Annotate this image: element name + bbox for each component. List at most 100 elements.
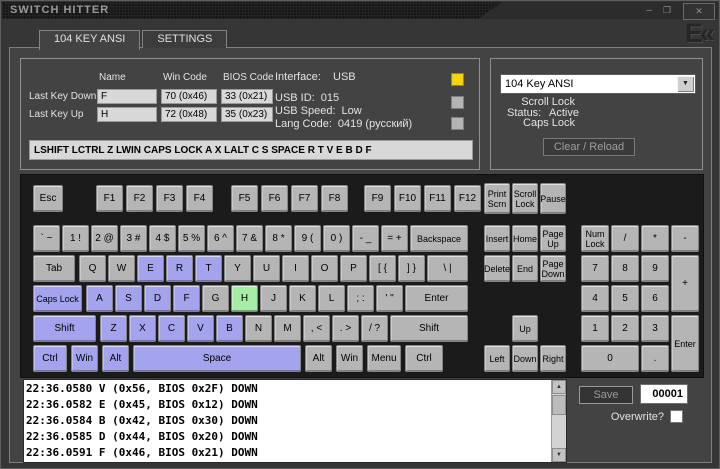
event-log[interactable]: 22:36.0580 V (0x56, BIOS 0x2F) DOWN 22:36… <box>23 379 567 463</box>
key-q: Q <box>79 255 106 282</box>
key-scroll-lock: Scroll Lock <box>512 183 538 214</box>
column-header-win-code: Win Code <box>163 72 207 83</box>
key-4: 4 <box>581 285 609 312</box>
tab-page: Name Win Code BIOS Code Last Key Down F … <box>9 47 712 463</box>
key-backspace: Backspace <box>410 225 468 252</box>
last-key-up-win-code-field[interactable]: 72 (0x48) <box>161 107 217 122</box>
key-win: Win <box>71 345 98 372</box>
key-f10: F10 <box>394 185 421 212</box>
log-line: 22:36.0584 B (0x42, BIOS 0x30) DOWN <box>26 414 258 427</box>
key-57: + <box>671 255 699 312</box>
key-tab: Tab <box>33 255 75 282</box>
key-48: [ { <box>369 255 396 282</box>
last-key-down-win-code-field[interactable]: 70 (0x46) <box>161 89 217 104</box>
maximize-icon[interactable]: ❐ <box>660 4 674 17</box>
tab-bar: 104 KEY ANSI SETTINGS <box>39 30 229 50</box>
key-f: F <box>173 285 200 312</box>
key-delete: Delete <box>484 255 510 282</box>
key-y: Y <box>224 255 251 282</box>
key-info-group: Name Win Code BIOS Code Last Key Down F … <box>20 58 575 170</box>
key-v: V <box>187 315 214 342</box>
tab-settings[interactable]: SETTINGS <box>142 30 228 48</box>
minimize-icon[interactable]: – <box>642 4 656 17</box>
key-s: S <box>115 285 142 312</box>
key-5: 5 <box>611 285 639 312</box>
key-i: I <box>282 255 309 282</box>
key-28: = + <box>381 225 408 252</box>
key-page-up: Page Up <box>540 225 566 252</box>
layout-dropdown[interactable]: 104 Key ANSI ▼ <box>500 74 696 94</box>
tab-104-key-ansi[interactable]: 104 KEY ANSI <box>39 30 141 50</box>
key-2: 2 <box>611 315 639 342</box>
log-line: 22:36.0591 F (0x46, BIOS 0x21) DOWN <box>26 446 258 459</box>
key-up: Up <box>512 315 538 342</box>
key-menu: Menu <box>367 345 401 372</box>
key-print-scrn: Print Scrn <box>484 183 510 214</box>
key-8: 8 <box>611 255 639 282</box>
key-b: B <box>216 315 243 342</box>
overwrite-checkbox[interactable] <box>670 410 683 423</box>
key-page-down: Page Down <box>540 255 566 282</box>
key-h: H <box>231 285 258 312</box>
key-1: 1 ! <box>62 225 89 252</box>
key-enter: Enter <box>671 315 699 372</box>
key-ctrl: Ctrl <box>33 345 67 372</box>
num-lock-indicator <box>451 73 464 86</box>
key-j: J <box>260 285 287 312</box>
key-pause: Pause <box>540 183 566 214</box>
key-e: E <box>137 255 164 282</box>
chevron-down-icon[interactable]: ▼ <box>677 76 694 92</box>
key-esc: Esc <box>33 185 63 212</box>
key-f11: F11 <box>424 185 451 212</box>
key-a: A <box>86 285 113 312</box>
column-header-name: Name <box>99 72 126 83</box>
scroll-up-icon[interactable]: ▲ <box>552 380 566 394</box>
key-27: - _ <box>352 225 379 252</box>
key-f8: F8 <box>321 185 348 212</box>
log-line: 22:36.0585 D (0x44, BIOS 0x20) DOWN <box>26 430 258 443</box>
key-3: 3 <box>641 315 669 342</box>
key-l: L <box>318 285 345 312</box>
scroll-down-icon[interactable]: ▼ <box>552 448 566 462</box>
key-alt: Alt <box>102 345 129 372</box>
last-key-down-bios-code-field[interactable]: 33 (0x21) <box>221 89 273 104</box>
last-key-up-label: Last Key Up <box>29 109 84 120</box>
key-0: 0 <box>581 345 639 372</box>
key-6: 6 <box>641 285 669 312</box>
window-title: SWITCH HITTER <box>10 4 110 16</box>
last-key-down-name-field[interactable]: F <box>97 89 157 104</box>
last-key-up-bios-code-field[interactable]: 35 (0x23) <box>221 107 273 122</box>
key-n: N <box>245 315 272 342</box>
key-68: ; : <box>347 285 374 312</box>
key-6: 6 ^ <box>207 225 234 252</box>
key-35: * <box>641 225 669 252</box>
key-103: . <box>641 345 669 372</box>
save-counter-field[interactable]: 00001 <box>640 384 688 404</box>
key-shift: Shift <box>390 315 468 342</box>
key-d: D <box>144 285 171 312</box>
key-69: ' " <box>376 285 403 312</box>
scrollbar-thumb[interactable] <box>552 395 566 415</box>
log-line: 22:36.0582 E (0x45, BIOS 0x12) DOWN <box>26 398 258 411</box>
key-f9: F9 <box>364 185 391 212</box>
log-scrollbar[interactable]: ▲ ▼ <box>551 380 566 462</box>
key-f3: F3 <box>156 185 183 212</box>
key-history-field[interactable]: LSHIFT LCTRL Z LWIN CAPS LOCK A X LALT C… <box>29 140 473 160</box>
title-bar[interactable]: SWITCH HITTER – ❐ ✕ <box>2 2 718 20</box>
key-f5: F5 <box>231 185 258 212</box>
key-win: Win <box>336 345 363 372</box>
save-button[interactable]: Save <box>579 386 633 404</box>
key-end: End <box>512 255 538 282</box>
key-c: C <box>158 315 185 342</box>
layout-group: 104 Key ANSI ▼ Status: Active Clear / Re… <box>490 58 703 170</box>
key-f1: F1 <box>96 185 123 212</box>
overwrite-label: Overwrite? <box>610 411 664 423</box>
key-z: Z <box>100 315 127 342</box>
key-4: 4 $ <box>149 225 176 252</box>
key-shift: Shift <box>33 315 96 342</box>
key-x: X <box>129 315 156 342</box>
last-key-up-name-field[interactable]: H <box>97 107 157 122</box>
key-num-lock: Num Lock <box>581 225 609 252</box>
clear-reload-button[interactable]: Clear / Reload <box>543 138 635 156</box>
key-right: Right <box>540 345 566 372</box>
